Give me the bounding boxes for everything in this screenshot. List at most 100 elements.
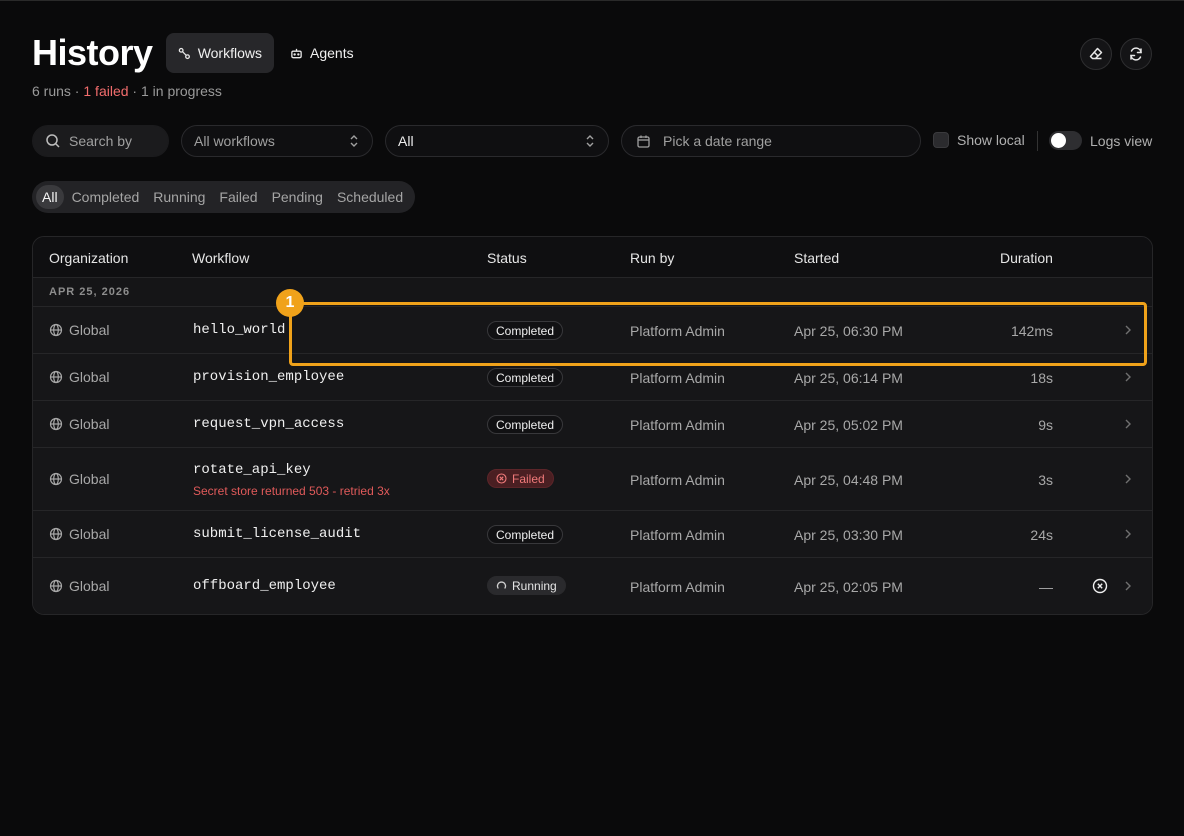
duration: 3s <box>1038 472 1053 488</box>
status-label: Failed <box>512 471 545 486</box>
divider <box>1037 131 1038 151</box>
org-cell: Global <box>49 369 109 385</box>
date-group-label: APR 25, 2026 <box>49 286 131 298</box>
started-time: Apr 25, 06:30 PM <box>794 323 903 339</box>
org-cell: Global <box>49 322 109 338</box>
table-row[interactable]: Global submit_license_audit Completed Pl… <box>33 511 1152 558</box>
highlight-marker: 1 <box>276 289 304 317</box>
date-range-placeholder: Pick a date range <box>663 133 772 149</box>
status-segmented-control: All Completed Running Failed Pending Sch… <box>32 181 416 213</box>
summary-runs: 6 runs <box>32 83 71 99</box>
workflow-name: provision_employee <box>193 369 345 385</box>
segment-scheduled[interactable]: Scheduled <box>331 185 409 209</box>
duration: 9s <box>1038 417 1053 433</box>
table-row[interactable]: Global request_vpn_access Completed Plat… <box>33 401 1152 448</box>
chevron-right-icon[interactable] <box>1123 473 1133 485</box>
show-local-label: Show local <box>957 132 1025 148</box>
duration: — <box>1039 579 1053 595</box>
column-duration[interactable]: Duration <box>1000 250 1053 266</box>
duration: 24s <box>1030 527 1053 543</box>
org-cell: Global <box>49 578 109 594</box>
chevron-up-down-icon <box>586 135 594 147</box>
tab-workflows-label: Workflows <box>197 45 262 61</box>
table-row[interactable]: Global provision_employee Completed Plat… <box>33 354 1152 401</box>
refresh-button[interactable] <box>1120 38 1152 70</box>
page-title: History <box>32 32 153 73</box>
tab-agents[interactable]: Agents <box>278 33 366 73</box>
workflow-name: hello_world <box>193 322 286 338</box>
column-organization[interactable]: Organization <box>49 250 128 266</box>
org-cell: Global <box>49 526 109 542</box>
x-circle-icon <box>496 473 507 484</box>
column-workflow[interactable]: Workflow <box>192 250 249 266</box>
status-badge: Completed <box>487 525 564 544</box>
run-summary: 6 runs · 1 failed · 1 in progress <box>32 83 222 99</box>
org-label: Global <box>69 526 110 542</box>
spinner-icon <box>496 581 507 589</box>
clear-button[interactable] <box>1080 38 1112 70</box>
segment-pending[interactable]: Pending <box>266 185 329 209</box>
segment-running[interactable]: Running <box>147 185 211 209</box>
org-label: Global <box>69 369 110 385</box>
table-header: Organization Workflow Status Run by Star… <box>33 237 1152 278</box>
started-time: Apr 25, 02:05 PM <box>794 579 903 595</box>
date-group-header: APR 25, 2026 <box>33 278 1152 307</box>
started-time: Apr 25, 06:14 PM <box>794 370 903 386</box>
workflow-select[interactable]: All workflows <box>181 125 373 157</box>
segment-failed[interactable]: Failed <box>213 185 263 209</box>
column-started[interactable]: Started <box>794 250 839 266</box>
calendar-icon <box>637 135 650 148</box>
run-by: Platform Admin <box>630 323 725 339</box>
status-select-value: All <box>398 133 414 149</box>
refresh-icon <box>1130 47 1142 61</box>
table-row[interactable]: Global hello_world Completed Platform Ad… <box>33 307 1152 354</box>
org-label: Global <box>69 578 110 594</box>
top-border <box>0 0 1184 1</box>
org-label: Global <box>69 416 110 432</box>
logs-view-toggle[interactable] <box>1049 131 1082 150</box>
table-row[interactable]: Global offboard_employee Running Platfor… <box>33 558 1152 614</box>
logs-view-option[interactable]: Logs view <box>1049 131 1152 150</box>
globe-icon <box>49 370 63 384</box>
tab-workflows[interactable]: Workflows <box>166 33 274 73</box>
search-input[interactable]: Search by <box>32 125 169 157</box>
globe-icon <box>49 472 63 486</box>
table-row[interactable]: Global rotate_api_key Secret store retur… <box>33 448 1152 511</box>
status-label: Running <box>512 578 557 593</box>
show-local-checkbox[interactable] <box>933 132 949 148</box>
run-by: Platform Admin <box>630 527 725 543</box>
status-badge: Failed <box>487 469 554 488</box>
org-label: Global <box>69 471 110 487</box>
cancel-run-icon[interactable] <box>1092 578 1108 594</box>
globe-icon <box>49 579 63 593</box>
run-by: Platform Admin <box>630 370 725 386</box>
globe-icon <box>49 527 63 541</box>
chevron-right-icon[interactable] <box>1123 324 1133 336</box>
column-status[interactable]: Status <box>487 250 527 266</box>
bot-icon <box>291 48 302 58</box>
chevron-right-icon[interactable] <box>1123 418 1133 430</box>
show-local-option[interactable]: Show local <box>933 132 1025 148</box>
duration: 18s <box>1030 370 1053 386</box>
segment-all[interactable]: All <box>36 185 64 209</box>
chevron-right-icon[interactable] <box>1123 371 1133 383</box>
workflow-icon <box>178 47 190 59</box>
column-run-by[interactable]: Run by <box>630 250 674 266</box>
workflow-name: request_vpn_access <box>193 416 345 432</box>
started-time: Apr 25, 03:30 PM <box>794 527 903 543</box>
date-range-picker[interactable]: Pick a date range <box>621 125 921 157</box>
chevron-right-icon[interactable] <box>1123 528 1133 540</box>
globe-icon <box>49 417 63 431</box>
segment-completed[interactable]: Completed <box>66 185 146 209</box>
error-message: Secret store returned 503 - retried 3x <box>193 484 390 498</box>
history-table: Organization Workflow Status Run by Star… <box>32 236 1153 615</box>
summary-in-progress: 1 in progress <box>140 83 222 99</box>
org-cell: Global <box>49 416 109 432</box>
started-time: Apr 25, 04:48 PM <box>794 472 903 488</box>
summary-separator: · <box>70 83 84 99</box>
search-placeholder: Search by <box>69 133 133 149</box>
status-select[interactable]: All <box>385 125 609 157</box>
summary-failed: 1 failed <box>83 83 129 99</box>
chevron-right-icon[interactable] <box>1123 580 1133 592</box>
workflow-name: offboard_employee <box>193 578 336 594</box>
